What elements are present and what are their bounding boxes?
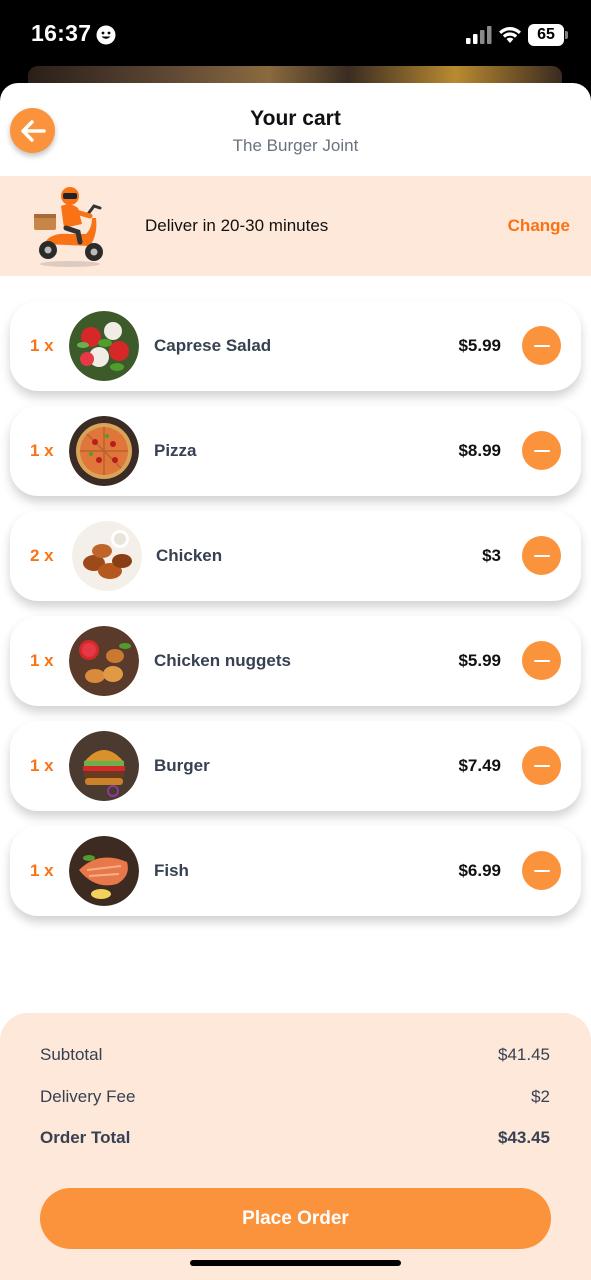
remove-item-button[interactable] [522,641,561,680]
burger-image [69,731,139,801]
item-quantity: 1 x [30,441,54,460]
caprese-salad-image [69,311,139,381]
minus-icon [533,344,550,347]
wifi-icon [499,27,521,43]
item-quantity: 2 x [30,546,54,565]
cart-item-burger: 1 x Burger $7.49 [10,721,581,811]
item-price: $6.99 [458,861,501,880]
remove-item-button[interactable] [522,746,561,785]
item-name: Fish [154,861,189,880]
item-price: $5.99 [458,651,501,670]
order-summary-panel: Subtotal $41.45 Delivery Fee $2 Order To… [0,1013,591,1280]
home-indicator [190,1260,401,1266]
cart-item-chicken-nuggets: 1 x Chicken nuggets $5.99 [10,616,581,706]
delivery-fee-label: Delivery Fee [40,1087,136,1106]
delivery-scooter-icon [34,187,103,267]
cart-item-fish: 1 x Fish $6.99 [10,826,581,916]
item-quantity: 1 x [30,651,54,670]
minus-icon [533,554,550,557]
delivery-time-text: Deliver in 20-30 minutes [145,216,329,235]
place-order-button[interactable]: Place Order [40,1188,551,1249]
item-price: $8.99 [458,441,501,460]
restaurant-name: The Burger Joint [232,136,359,155]
remove-item-button[interactable] [522,431,561,470]
delivery-fee-value: $2 [531,1087,550,1106]
battery-level: 65 [528,24,564,46]
chicken-nuggets-image [69,626,139,696]
pizza-image [69,416,139,486]
cart-sheet: Your cart The Burger Joint Deliver in 20… [0,83,591,1280]
page-title: Your cart [250,107,341,130]
smiley-icon [96,25,116,45]
minus-icon [533,449,550,452]
subtotal-value: $41.45 [498,1045,550,1064]
item-quantity: 1 x [30,861,54,880]
status-time: 16:37 [31,20,92,46]
item-name: Burger [154,756,210,775]
subtotal-label: Subtotal [40,1045,103,1064]
minus-icon [533,659,550,662]
fish-image [69,836,139,906]
remove-item-button[interactable] [522,851,561,890]
item-name: Chicken nuggets [154,651,291,670]
item-name: Pizza [154,441,197,460]
item-name: Chicken [156,546,223,565]
change-delivery-link[interactable]: Change [508,216,570,236]
minus-icon [533,869,550,872]
item-price: $5.99 [458,336,501,355]
remove-item-button[interactable] [522,536,561,575]
minus-icon [533,764,550,767]
item-price: $3 [482,546,501,565]
order-total-label: Order Total [40,1128,131,1147]
chicken-image [72,521,142,591]
cart-item-caprese-salad: 1 x Caprese Salad $5.99 [10,301,581,391]
item-quantity: 1 x [30,336,54,355]
item-name: Caprese Salad [154,336,272,355]
cart-item-pizza: 1 x Pizza $8.99 [10,406,581,496]
delivery-banner: Deliver in 20-30 minutes Change [0,176,591,276]
item-price: $7.49 [458,756,501,775]
remove-item-button[interactable] [522,326,561,365]
item-quantity: 1 x [30,756,54,775]
order-total-value: $43.45 [498,1128,550,1147]
battery-icon: 65 [528,24,568,46]
cart-item-chicken: 2 x Chicken $3 [10,511,581,601]
status-bar: 16:37 65 [0,0,591,70]
signal-icon [466,26,492,44]
